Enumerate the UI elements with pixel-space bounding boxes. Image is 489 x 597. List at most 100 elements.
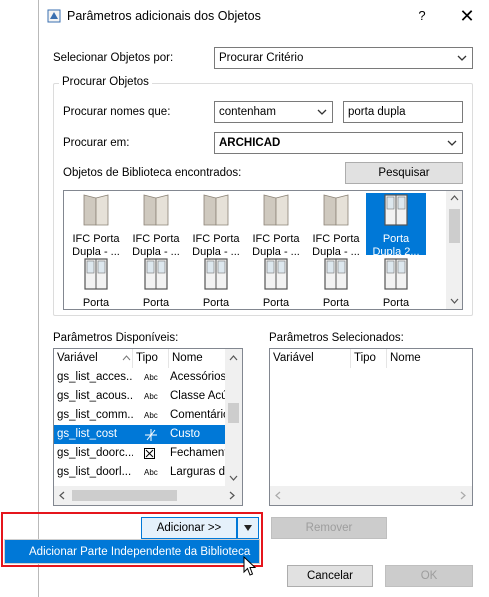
scroll-up-icon[interactable] [450,195,459,201]
param-variable: gs_list_doorl... [57,466,132,478]
mouse-cursor-icon [243,556,257,576]
scroll-thumb[interactable] [72,490,177,501]
text-type-label: Abc [144,373,158,382]
params-hscrollbar[interactable] [54,486,242,505]
library-object-tile[interactable]: PortaDupla... [66,257,126,309]
window-title: Parâmetros adicionais dos Objetos [67,9,261,23]
checkbox-icon [144,448,155,459]
text-type-label: Abc [144,468,158,477]
param-row[interactable]: gs_list_acces... Abc Acessórios [54,368,226,387]
object-name-line1: Porta [262,297,290,309]
param-type: Abc [144,463,168,482]
help-button[interactable]: ? [407,4,437,28]
param-variable: gs_list_comm... [57,409,133,421]
param-name: Comentários [170,409,226,421]
library-object-tile[interactable]: PortaDupla... [366,257,426,309]
param-row[interactable]: gs_list_acous... Abc Classe Acústica [54,387,226,406]
param-name: Classe Acústica [170,390,226,402]
library-object-tile[interactable]: IFC Porta Dupla - ... [246,193,306,258]
remove-button[interactable]: Remover [271,517,387,539]
object-name-line1: IFC Porta [312,233,360,245]
search-in-dropdown[interactable]: ARCHICAD [214,132,463,154]
select-by-value: Procurar Critério [219,52,304,64]
library-object-tile[interactable]: PortaDupla... [246,257,306,309]
library-object-tile[interactable]: PortaDupla... [186,257,246,309]
chevron-down-icon [457,55,467,61]
param-row[interactable]: gs_list_comm... Abc Comentários [54,406,226,425]
available-params-list: Variável Tipo Nome gs_list_acces... Abc Ac… [53,348,243,506]
search-group-title: Procurar Objetos [59,76,152,88]
library-object-tile[interactable]: PortaDupla... [126,257,186,309]
scroll-left-icon[interactable] [275,491,281,500]
param-variable: gs_list_acces... [57,371,133,383]
library-object-tile[interactable]: IFC Porta Dupla - ... [66,193,126,258]
param-name: Custo [170,428,201,440]
param-variable: gs_list_acous... [57,390,133,402]
object-name-line1: Porta [382,233,410,245]
door-thumbnail-icon [324,258,348,290]
door-thumbnail-icon [84,258,108,290]
column-header-name[interactable]: Nome [168,349,228,368]
param-type: Abc [144,387,168,406]
ok-button[interactable]: OK [385,565,473,587]
library-object-tile[interactable]: IFC Porta Dupla - ... [126,193,186,258]
available-params-label: Parâmetros Disponíveis: [53,332,179,344]
search-mode-dropdown[interactable]: contenham [214,101,333,123]
door-thumbnail-icon [143,194,169,226]
scroll-left-icon[interactable] [59,491,65,500]
chevron-down-icon [317,109,327,115]
param-variable: gs_list_cost [57,428,118,440]
door-thumbnail-icon [263,194,289,226]
sort-up-icon [122,355,131,361]
param-row[interactable]: gs_list_doorl... Abc Larguras de F... [54,463,226,482]
scroll-thumb[interactable] [228,403,239,423]
library-objects-grid: IFC Porta Dupla - ... IFC Porta Dupla - ...… [63,190,463,310]
library-object-tile[interactable]: IFC Porta Dupla - ... [186,193,246,258]
param-type: Abc [144,368,168,387]
scroll-down-icon[interactable] [450,298,459,304]
search-button[interactable]: Pesquisar [345,162,463,184]
door-thumbnail-icon [144,258,168,290]
cancel-button[interactable]: Cancelar [287,565,373,587]
params-vscrollbar[interactable] [225,349,242,486]
library-object-tile[interactable]: Porta Dupla 2... [366,193,426,258]
param-name: Larguras de F... [170,466,226,478]
selected-params-label: Parâmetros Selecionados: [269,332,404,344]
background-left [0,0,40,597]
door-thumbnail-icon [204,258,228,290]
door-thumbnail-icon [384,258,408,290]
select-by-dropdown[interactable]: Procurar Critério [214,47,473,69]
search-in-label: Procurar em: [63,137,130,149]
object-name-line1: IFC Porta [192,233,240,245]
object-name-line1: Porta [82,297,110,309]
selected-hscrollbar[interactable] [270,486,472,505]
scroll-down-icon[interactable] [229,475,238,481]
library-object-tile[interactable]: PortaDupla... [306,257,366,309]
scroll-right-icon[interactable] [229,491,235,500]
param-type: Abc [144,406,168,425]
selected-params-list: Variável Tipo Nome [269,348,473,506]
grid-scrollbar[interactable] [446,191,462,309]
column-header-type[interactable]: Tipo [350,349,386,368]
scroll-up-icon[interactable] [229,355,238,361]
column-header-variable[interactable]: Variável [54,349,132,368]
column-header-variable[interactable]: Variável [270,349,350,368]
search-text-field[interactable]: porta dupla [343,101,463,123]
door-thumbnail-icon [323,194,349,226]
select-by-label: Selecionar Objetos por: [53,52,174,64]
object-name-line1: Porta [202,297,230,309]
param-row[interactable]: gs_list_cost Custo [54,425,225,444]
scroll-thumb[interactable] [449,209,460,243]
column-header-name[interactable]: Nome [386,349,472,368]
dialog-window: Parâmetros adicionais dos Objetos ? ✕ Se… [38,0,489,597]
param-row[interactable]: gs_list_doorc... Fechamento ... [54,444,226,463]
scroll-right-icon[interactable] [460,491,466,500]
add-independent-menu-item[interactable]: Adicionar Parte Independente da Bibliote… [4,539,260,564]
object-name-line1: IFC Porta [252,233,300,245]
cost-icon [145,429,157,441]
library-object-tile[interactable]: IFC Porta Dupla - ... [306,193,366,258]
object-name-line1: IFC Porta [72,233,120,245]
object-name-line1: Porta [142,297,170,309]
column-header-type[interactable]: Tipo [132,349,168,368]
close-button[interactable]: ✕ [451,3,483,29]
